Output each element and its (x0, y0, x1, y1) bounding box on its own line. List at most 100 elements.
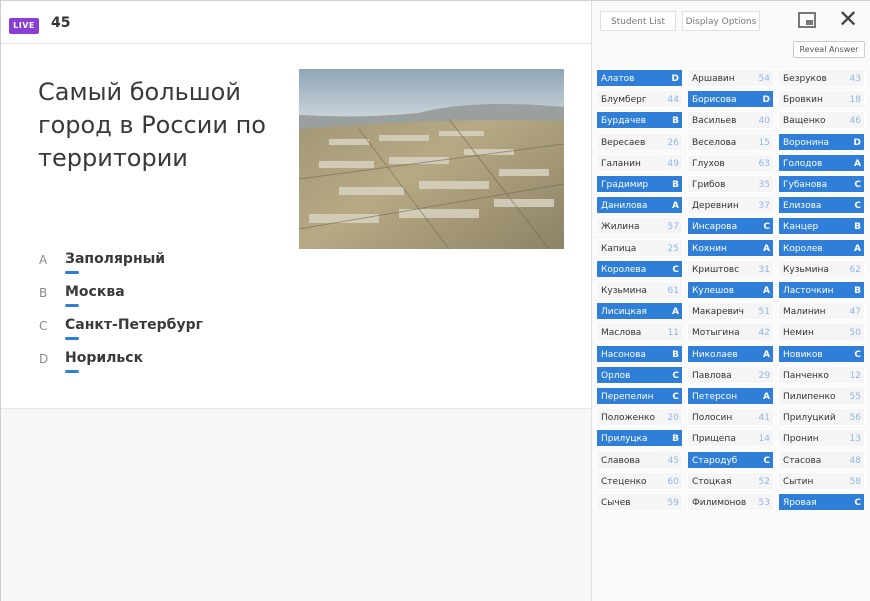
student-name: Деревнин (692, 201, 739, 212)
student-name: Бурдачев (601, 116, 647, 127)
student-cell[interactable]: Кулешов A (687, 281, 774, 299)
answer-option-b[interactable]: B Москва (39, 284, 299, 307)
student-cell[interactable]: Данилова A (596, 196, 683, 215)
tab-display-options[interactable]: Display Options (682, 11, 760, 31)
student-cell[interactable]: Елизова C (778, 196, 865, 215)
student-cell[interactable]: Павлова 29 (687, 365, 774, 384)
student-name: Галанин (601, 158, 641, 169)
student-cell[interactable]: Голодов A (778, 153, 865, 172)
student-answer: B (672, 434, 679, 445)
student-cell[interactable]: Прищепа 14 (687, 429, 774, 448)
picture-in-picture-icon[interactable] (798, 12, 816, 28)
student-name: Стеценко (601, 476, 647, 487)
student-cell[interactable]: Блумберг 44 (596, 90, 683, 109)
student-name: Аршавин (692, 74, 735, 84)
student-cell[interactable]: Алатов D (596, 69, 683, 87)
student-cell[interactable]: Стеценко 60 (596, 471, 683, 490)
student-name: Голодов (783, 158, 823, 169)
close-icon[interactable]: ✕ (838, 6, 858, 32)
student-cell[interactable]: Прилуцкий 56 (778, 408, 865, 427)
student-cell[interactable]: Грибов 35 (687, 175, 774, 193)
student-cell[interactable]: Криштовс 31 (687, 259, 774, 278)
student-name: Вересаев (601, 137, 646, 148)
student-answer: 60 (667, 476, 679, 487)
student-cell[interactable]: Губанова C (778, 175, 865, 193)
student-cell[interactable]: Николаев A (687, 344, 774, 363)
student-cell[interactable]: Макаревич 51 (687, 302, 774, 321)
student-cell[interactable]: Веселова 15 (687, 132, 774, 151)
answer-option-c[interactable]: C Санкт-Петербург (39, 317, 299, 340)
answer-option-a[interactable]: A Заполярный (39, 251, 299, 274)
student-name: Воронина (783, 137, 830, 148)
student-cell[interactable]: Полосин 41 (687, 408, 774, 427)
student-name: Инсарова (692, 222, 738, 233)
student-cell[interactable]: Воронина D (778, 132, 865, 151)
student-cell[interactable]: Филимонов 53 (687, 493, 774, 511)
student-cell[interactable]: Кузьмина 62 (778, 259, 865, 278)
student-cell[interactable]: Прилуцка B (596, 429, 683, 448)
student-cell[interactable]: Малинин 47 (778, 302, 865, 321)
student-cell[interactable]: Королев A (778, 238, 865, 257)
app-window: LIVE 45 Самый большой город в России по … (0, 0, 870, 601)
student-cell[interactable]: Васильев 40 (687, 111, 774, 130)
reveal-answer-button[interactable]: Reveal Answer (793, 41, 865, 58)
student-answer: C (854, 498, 861, 508)
student-cell[interactable]: Насонова B (596, 344, 683, 363)
student-cell[interactable]: Панченко 12 (778, 365, 865, 384)
student-answer: A (854, 158, 861, 169)
student-cell[interactable]: Деревнин 37 (687, 196, 774, 215)
student-answer: 44 (667, 95, 679, 106)
student-answer: 14 (758, 434, 770, 445)
tab-student-list[interactable]: Student List (600, 11, 676, 31)
student-cell[interactable]: Градимир B (596, 175, 683, 193)
student-cell[interactable]: Положенко 20 (596, 408, 683, 427)
student-cell[interactable]: Безруков 43 (778, 69, 865, 87)
student-cell[interactable]: Немин 50 (778, 323, 865, 342)
live-badge: LIVE (9, 18, 39, 34)
student-answer: 12 (849, 370, 861, 381)
student-cell[interactable]: Лисицкая A (596, 302, 683, 321)
student-cell[interactable]: Стасова 48 (778, 450, 865, 469)
student-cell[interactable]: Аршавин 54 (687, 69, 774, 87)
student-cell[interactable]: Вересаев 26 (596, 132, 683, 151)
student-name: Панченко (783, 370, 829, 381)
student-cell[interactable]: Стоцкая 52 (687, 471, 774, 490)
student-answer: D (671, 74, 679, 84)
answer-option-d[interactable]: D Норильск (39, 350, 299, 373)
student-cell[interactable]: Петерсон A (687, 387, 774, 405)
student-cell[interactable]: Королева C (596, 259, 683, 278)
student-answer: 11 (667, 328, 679, 339)
student-name: Славова (601, 455, 641, 466)
student-cell[interactable]: Кузьмина 61 (596, 281, 683, 299)
student-cell[interactable]: Маслова 11 (596, 323, 683, 342)
student-cell[interactable]: Новиков C (778, 344, 865, 363)
student-cell[interactable]: Жилина 57 (596, 217, 683, 236)
student-cell[interactable]: Канцер B (778, 217, 865, 236)
student-name: Алатов (601, 74, 635, 84)
student-cell[interactable]: Стародуб C (687, 450, 774, 469)
student-answer: A (763, 243, 770, 254)
student-cell[interactable]: Бровкин 18 (778, 90, 865, 109)
student-name: Канцер (783, 222, 819, 233)
student-cell[interactable]: Орлов C (596, 365, 683, 384)
student-cell[interactable]: Борисова D (687, 90, 774, 109)
student-cell[interactable]: Пронин 13 (778, 429, 865, 448)
student-answer: 57 (667, 222, 679, 233)
student-cell[interactable]: Инсарова C (687, 217, 774, 236)
student-cell[interactable]: Сытин 58 (778, 471, 865, 490)
student-cell[interactable]: Ващенко 46 (778, 111, 865, 130)
student-cell[interactable]: Глухов 63 (687, 153, 774, 172)
student-cell[interactable]: Перепелин C (596, 387, 683, 405)
student-cell[interactable]: Яровая C (778, 493, 865, 511)
student-cell[interactable]: Пилипенко 55 (778, 387, 865, 405)
student-name: Прилуцка (601, 434, 648, 445)
student-cell[interactable]: Бурдачев B (596, 111, 683, 130)
student-cell[interactable]: Сычев 59 (596, 493, 683, 511)
student-cell[interactable]: Капица 25 (596, 238, 683, 257)
student-cell[interactable]: Ласточкин B (778, 281, 865, 299)
student-cell[interactable]: Мотыгина 42 (687, 323, 774, 342)
student-cell[interactable]: Кохнин A (687, 238, 774, 257)
student-answer: 48 (849, 455, 861, 466)
student-cell[interactable]: Галанин 49 (596, 153, 683, 172)
student-cell[interactable]: Славова 45 (596, 450, 683, 469)
